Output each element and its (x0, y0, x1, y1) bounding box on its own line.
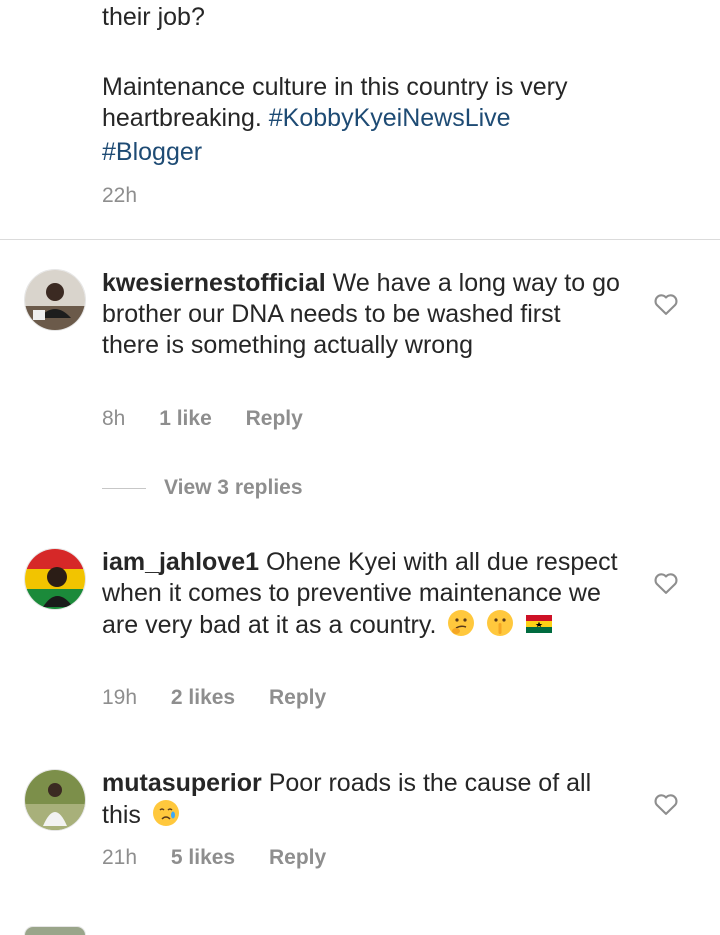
hashtag-link[interactable]: #Blogger (102, 137, 202, 168)
reply-button[interactable]: Reply (246, 407, 303, 431)
comment-likes[interactable]: 5 likes (171, 846, 235, 870)
comment-body: mutasuperior Poor roads is the cause of … (102, 768, 622, 831)
comment-meta: 19h 2 likes Reply (102, 686, 354, 710)
replies-line (102, 487, 146, 489)
view-replies-label: View 3 replies (164, 476, 303, 499)
reply-button[interactable]: Reply (269, 686, 326, 710)
comment-time: 19h (102, 686, 138, 709)
caption-line-2: Maintenance culture in this country is v… (102, 73, 568, 101)
heart-icon[interactable] (652, 569, 680, 597)
crying-face-icon (152, 800, 179, 826)
comment-likes[interactable]: 1 like (159, 407, 212, 431)
comment-likes[interactable]: 2 likes (171, 686, 235, 710)
divider (0, 239, 720, 240)
hashtag-link[interactable]: #KobbyKyeiNewsLive (269, 104, 511, 132)
comment-username[interactable]: iam_jahlove1 (102, 548, 259, 576)
caption-timestamp: 22h (102, 184, 138, 207)
avatar[interactable] (24, 548, 86, 610)
comment-body: iam_jahlove1 Ohene Kyei with all due res… (102, 547, 622, 641)
caption-text: heartbreaking. (102, 104, 262, 132)
view-replies-button[interactable]: View 3 replies (102, 476, 303, 500)
comment-time: 21h (102, 846, 138, 869)
caption-line-3: heartbreaking. #KobbyKyeiNewsLive (102, 103, 511, 134)
caption-line-1: their job? (102, 3, 205, 31)
ghana-flag-icon (526, 615, 553, 633)
comment-meta: 21h 5 likes Reply (102, 846, 354, 870)
reply-button[interactable]: Reply (269, 846, 326, 870)
comment-body: kwesiernestofficial We have a long way t… (102, 268, 622, 361)
thinking-face-icon (448, 610, 475, 636)
comment-username[interactable]: kwesiernestofficial (102, 269, 326, 297)
comment-time: 8h (102, 407, 126, 430)
comment-username[interactable]: mutasuperior (102, 769, 262, 797)
comment-meta: 8h 1 like Reply (102, 407, 331, 431)
heart-icon[interactable] (652, 290, 680, 318)
avatar[interactable] (24, 769, 86, 831)
shushing-face-icon (487, 610, 514, 636)
heart-icon[interactable] (652, 790, 680, 818)
avatar[interactable] (24, 269, 86, 331)
